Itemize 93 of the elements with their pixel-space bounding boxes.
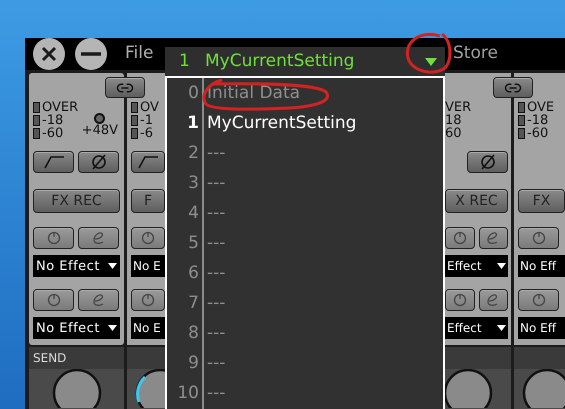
meter-label: VER [445,101,472,114]
effect-dropdown[interactable]: No Effect [33,317,120,339]
dial-button[interactable] [33,227,74,249]
dial-icon [46,231,60,245]
meter-led [131,115,138,126]
meter-led [33,128,40,139]
dial-button[interactable] [131,227,165,249]
meter-led [518,128,525,139]
dial-button[interactable] [131,289,165,311]
phase-button[interactable] [78,151,119,173]
dial-button[interactable] [33,289,74,311]
meter-label: 60 [445,127,462,140]
preset-item[interactable]: 8 --- [167,319,443,349]
send-knob-icon [445,369,493,408]
dropdown-arrow-icon [108,325,117,331]
preset-item[interactable]: 6 --- [167,259,443,289]
fx-rec-button[interactable]: FX REC [33,189,120,213]
meter-label: -1 [140,114,153,127]
meter-led [518,115,525,126]
edit-button[interactable] [478,227,508,249]
preset-selector[interactable]: 1 MyCurrentSetting [165,47,445,76]
phase-button[interactable] [467,151,508,173]
meter-led [131,102,138,113]
preset-item[interactable]: 0 Initial Data [167,79,443,109]
meter-label: OVE [527,101,554,114]
effect-dropdown[interactable]: No Effect [33,255,120,277]
meter-led [33,115,40,126]
preset-item[interactable]: 10 --- [167,379,443,409]
link-button[interactable] [105,77,145,98]
dial-icon [141,293,155,307]
fx-rec-button[interactable]: FX [518,189,565,213]
dial-button[interactable] [518,289,559,311]
preset-name: MyCurrentSetting [205,50,356,73]
fx-rec-button[interactable]: F [131,189,165,213]
dial-button[interactable] [445,289,474,311]
meter-label: -60 [42,127,64,140]
preset-item[interactable]: 5 --- [167,229,443,259]
close-button[interactable] [33,38,65,70]
phantom-led-icon [94,113,106,124]
preset-item[interactable]: 2 --- [167,139,443,169]
phase-icon [90,153,108,171]
dial-icon [532,293,546,307]
effect-dropdown[interactable]: No Eff [518,317,565,339]
edit-button[interactable] [478,289,508,311]
high-pass-icon [42,155,64,169]
effect-dropdown[interactable]: No E [131,255,165,277]
dial-button[interactable] [518,227,559,249]
preset-item[interactable]: 7 --- [167,289,443,319]
file-menu[interactable]: File [125,41,154,67]
preset-item[interactable]: 3 --- [167,169,443,199]
meter-label: OVER [42,101,78,114]
send-knob-icon [52,369,102,408]
dial-icon [532,231,546,245]
send-label: SEND [33,350,66,367]
edit-button[interactable] [78,227,119,249]
link-button[interactable] [493,77,533,98]
minimize-button[interactable] [75,38,107,70]
send-knob-icon [522,369,565,408]
effect-dropdown[interactable]: No Eff [518,255,565,277]
high-pass-icon [137,155,159,169]
dial-icon [141,231,155,245]
phantom-label: +48V [82,124,118,138]
effect-dropdown[interactable]: Effect [445,255,508,277]
send-header [514,347,565,369]
high-pass-button[interactable] [33,151,74,173]
preset-item[interactable]: 9 --- [167,349,443,379]
dropdown-arrow-icon [108,263,117,269]
meter-label: OV [140,101,159,114]
meter-label: -18 [42,114,64,127]
dial-icon [46,293,60,307]
meter-led [33,102,40,113]
meter-led [131,128,138,139]
phase-icon [478,153,496,171]
high-pass-button[interactable] [131,151,165,173]
minimize-icon [81,52,101,56]
close-icon [41,46,57,62]
meter-label: 18 [445,114,462,127]
preset-item[interactable]: 4 --- [167,199,443,229]
meter-led [518,102,525,113]
meter-label: -18 [527,114,548,127]
meter-label: -60 [527,127,548,140]
effect-dropdown[interactable]: Effect [445,317,508,339]
preset-number: 1 [179,50,191,73]
fx-rec-button[interactable]: X REC [445,189,508,213]
dial-button[interactable] [445,227,474,249]
dial-icon [452,231,467,245]
effect-dropdown[interactable]: No E [131,317,165,339]
dropdown-arrow-icon [497,263,506,269]
dial-icon [452,293,467,307]
meter-label: -6 [140,127,153,140]
edit-button[interactable] [78,289,119,311]
dropdown-arrow-icon [497,325,506,331]
preset-item[interactable]: 1 MyCurrentSetting [167,109,443,139]
